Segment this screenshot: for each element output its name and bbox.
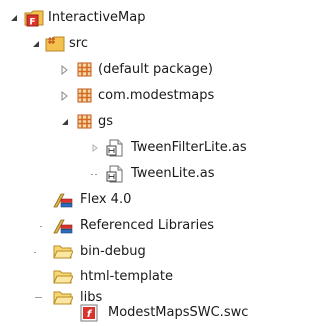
library-icon xyxy=(53,191,73,209)
tree-node-flex-sdk[interactable]: Flex 4.0 xyxy=(0,187,267,213)
collapsed-arrow-icon[interactable] xyxy=(90,143,100,153)
tree-node-gs[interactable]: gs xyxy=(0,109,267,135)
package-icon xyxy=(75,113,95,131)
expanded-arrow-icon[interactable] xyxy=(31,39,41,49)
package-icon xyxy=(75,87,95,105)
tree-node-label: TweenLite.as xyxy=(131,166,215,181)
svg-text:F: F xyxy=(29,18,35,28)
folder-icon xyxy=(53,243,73,261)
tree-guide-line xyxy=(40,226,42,227)
tree-node-com-modestmaps[interactable]: com.modestmaps xyxy=(0,83,267,109)
expanded-arrow-icon[interactable] xyxy=(60,117,70,127)
project-explorer-tree: F InteractiveMap src (default package) c… xyxy=(0,0,267,325)
actionscript-file-icon xyxy=(105,139,125,157)
swc-file-icon: f xyxy=(80,304,100,322)
tree-node-tweenlite[interactable]: TweenLite.as xyxy=(0,161,267,187)
tree-node-tweenfilterlite[interactable]: TweenFilterLite.as xyxy=(0,135,267,161)
package-icon xyxy=(75,61,95,79)
tree-node-label: gs xyxy=(98,114,114,129)
tree-node-referenced-libraries[interactable]: Referenced Libraries xyxy=(0,213,267,239)
tree-node-label: html-template xyxy=(80,269,173,284)
actionscript-file-icon xyxy=(105,165,125,183)
tree-guide-line xyxy=(91,174,93,175)
tree-node-label: TweenFilterLite.as xyxy=(131,140,247,155)
tree-node-label: InteractiveMap xyxy=(48,10,146,25)
flex-project-icon: F xyxy=(24,9,44,27)
collapsed-arrow-icon[interactable] xyxy=(60,65,70,75)
tree-node-label: Referenced Libraries xyxy=(80,218,214,233)
tree-node-interactivemap[interactable]: F InteractiveMap xyxy=(0,5,267,31)
tree-node-label: com.modestmaps xyxy=(98,88,215,103)
tree-node-bin-debug[interactable]: bin-debug xyxy=(0,239,267,265)
tree-node-label: Flex 4.0 xyxy=(80,192,132,207)
expanded-arrow-icon[interactable] xyxy=(9,13,19,23)
tree-guide-line xyxy=(34,252,36,253)
library-icon xyxy=(53,217,73,235)
source-folder-icon xyxy=(45,35,65,53)
tree-node-label: src xyxy=(69,36,88,51)
folder-icon xyxy=(53,268,73,286)
tree-node-label: ModestMapsSWC.swc xyxy=(108,305,249,320)
collapsed-arrow-icon[interactable] xyxy=(60,91,70,101)
tree-node-default-package[interactable]: (default package) xyxy=(0,57,267,83)
tree-node-label: bin-debug xyxy=(80,244,146,259)
tree-node-label: (default package) xyxy=(98,62,213,77)
tree-node-modestmapsswc[interactable]: f ModestMapsSWC.swc xyxy=(0,300,267,326)
tree-guide-line xyxy=(95,174,97,175)
tree-node-src[interactable]: src xyxy=(0,31,267,57)
tree-guide-line xyxy=(35,297,42,298)
